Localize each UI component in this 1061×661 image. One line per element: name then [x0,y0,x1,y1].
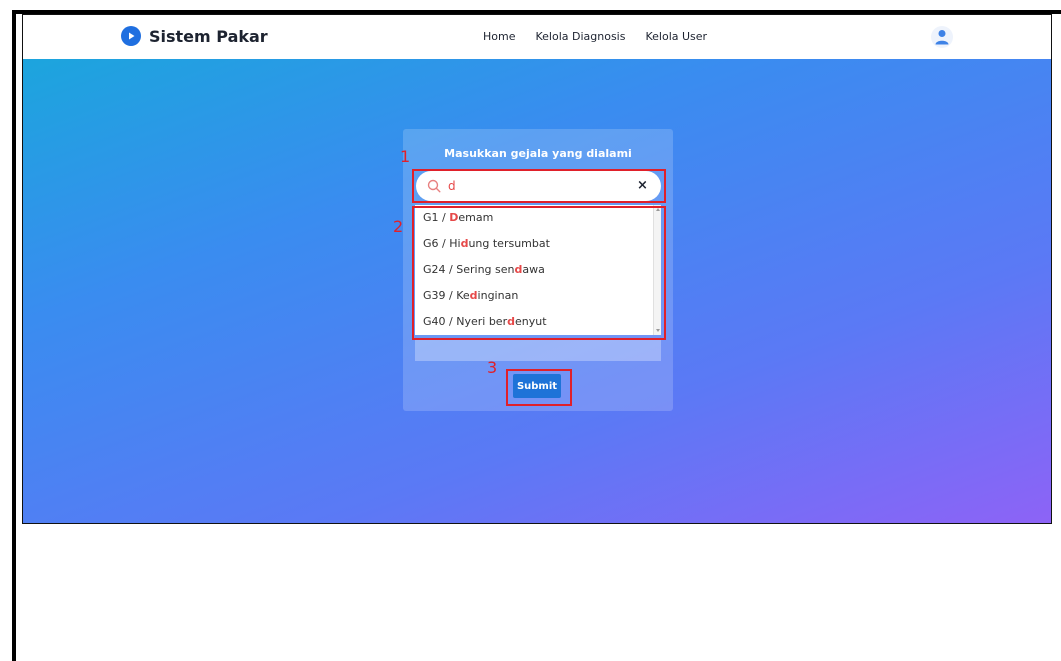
nav-link-home[interactable]: Home [483,30,515,43]
user-icon[interactable] [931,26,953,48]
annotation-box-search [412,169,666,203]
nav-link-kelola-user[interactable]: Kelola User [645,30,707,43]
app-window: Sistem Pakar Home Kelola Diagnosis Kelol… [22,14,1052,524]
nav-links: Home Kelola Diagnosis Kelola User [483,30,707,43]
play-icon [121,26,141,46]
nav-link-kelola-diagnosis[interactable]: Kelola Diagnosis [535,30,625,43]
annotation-box-submit [506,369,572,406]
selected-symptoms-area [415,339,661,361]
annotation-number-3: 3 [487,358,498,377]
navbar: Sistem Pakar Home Kelola Diagnosis Kelol… [23,15,1051,59]
brand[interactable]: Sistem Pakar [121,26,268,46]
screenshot-frame-left [12,10,16,661]
brand-name: Sistem Pakar [149,26,268,46]
annotation-box-results [412,206,666,340]
annotation-number-2: 2 [393,217,404,236]
form-title: Masukkan gejala yang dialami [444,147,632,160]
annotation-number-1: 1 [400,147,411,166]
